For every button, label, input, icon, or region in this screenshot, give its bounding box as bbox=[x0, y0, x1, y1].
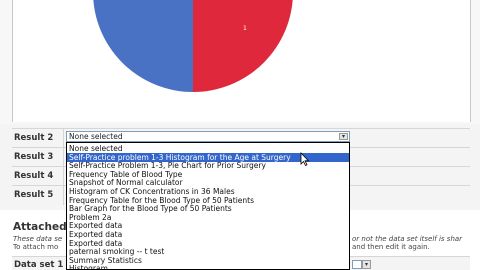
row-divider bbox=[63, 186, 64, 205]
result-label: Result 4 bbox=[14, 171, 54, 181]
pointer-cursor-icon bbox=[300, 152, 310, 166]
pie-slice-red bbox=[193, 0, 293, 92]
row-divider bbox=[63, 129, 64, 148]
pie-chart: 1 bbox=[93, 0, 293, 92]
section-description-right-2: and then edit it again. bbox=[352, 243, 430, 251]
pie-slice-blue bbox=[93, 0, 193, 92]
section-description: These data se bbox=[13, 235, 63, 243]
chevron-down-icon[interactable]: ▾ bbox=[339, 133, 348, 140]
row-divider bbox=[63, 167, 64, 186]
result-label: Result 2 bbox=[14, 133, 54, 143]
report-editor-page: 1 Result 2 Result 3 Result 4 Result 5 At… bbox=[0, 0, 480, 270]
chart-area: 1 bbox=[13, 0, 470, 122]
dataset-label: Data set 1 bbox=[14, 260, 64, 270]
dropdown-option[interactable]: Histogram bbox=[69, 264, 108, 269]
panel-right-border bbox=[470, 0, 471, 122]
pie-slice-label: 1 bbox=[243, 25, 247, 32]
result-label: Result 5 bbox=[14, 190, 54, 200]
chart-panel: 1 bbox=[0, 0, 480, 124]
row-divider bbox=[63, 148, 64, 167]
dataset-select[interactable] bbox=[352, 260, 362, 269]
chevron-down-icon[interactable]: ▾ bbox=[362, 260, 371, 269]
select-value: None selected bbox=[69, 132, 123, 141]
result-label: Result 3 bbox=[14, 152, 54, 162]
section-description-right: or not the data set itself is shar bbox=[352, 235, 463, 243]
section-description-2: To attach mo bbox=[13, 243, 59, 251]
result-2-select[interactable]: None selected ▾ bbox=[66, 131, 350, 142]
